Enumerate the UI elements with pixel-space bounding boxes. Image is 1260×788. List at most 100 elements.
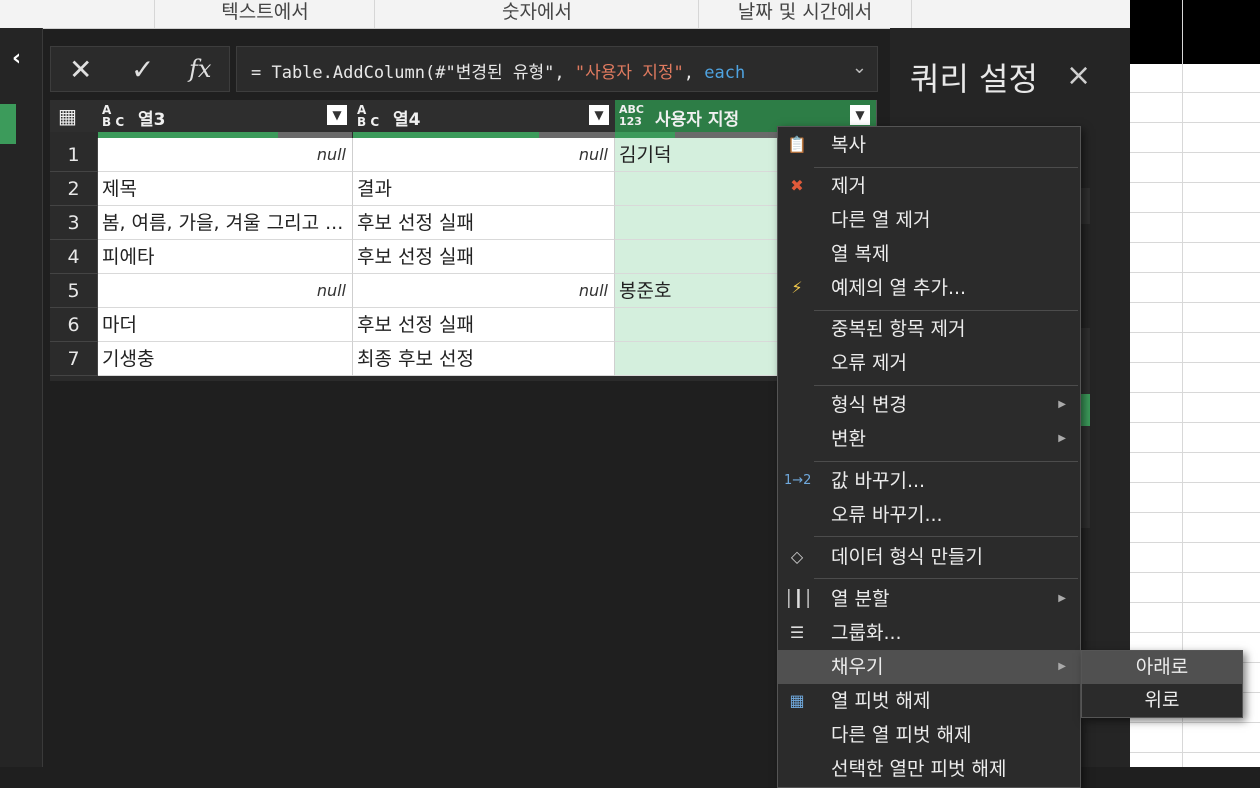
text-type-icon: AB C xyxy=(102,103,125,129)
chevron-right-icon: ▶ xyxy=(1058,433,1066,444)
row-number[interactable]: 7 xyxy=(50,342,98,376)
menu-item-remove-other-columns[interactable]: 다른 열 제거 xyxy=(778,203,1080,237)
formula-bar-buttons: ✕ ✓ fx xyxy=(50,46,230,92)
close-icon[interactable]: × xyxy=(1066,58,1091,93)
menu-item-replace-errors[interactable]: 오류 바꾸기... xyxy=(778,498,1080,532)
data-type-stack-icon: ◇ xyxy=(790,547,804,566)
excel-gridline xyxy=(1130,302,1260,303)
excel-gridline xyxy=(1130,632,1260,633)
menu-separator xyxy=(814,461,1078,462)
menu-item-unpivot-selected-columns[interactable]: 선택한 열만 피벗 해제 xyxy=(778,752,1080,786)
menu-item-remove[interactable]: ✖ 제거 xyxy=(778,169,1080,203)
copy-icon: 📋 xyxy=(787,135,807,154)
table-cell[interactable]: null xyxy=(353,274,615,308)
row-number[interactable]: 3 xyxy=(50,206,98,240)
excel-gridline xyxy=(1130,152,1260,153)
fx-icon[interactable]: fx xyxy=(189,55,211,83)
table-cell[interactable]: 제목 xyxy=(98,172,353,206)
ribbon-group-from-number[interactable]: 숫자에서 xyxy=(374,0,699,28)
excel-gridline xyxy=(1130,182,1260,183)
settings-field[interactable] xyxy=(1080,188,1090,224)
excel-gridline xyxy=(1130,122,1260,123)
row-number[interactable]: 5 xyxy=(50,274,98,308)
check-icon[interactable]: ✓ xyxy=(131,53,154,86)
row-number[interactable]: 1 xyxy=(50,138,98,172)
queries-pane-collapsed: ‹ xyxy=(0,28,43,767)
menu-separator xyxy=(814,578,1078,579)
table-cell[interactable]: 결과 xyxy=(353,172,615,206)
submenu-item-fill-up[interactable]: 위로 xyxy=(1082,684,1242,717)
table-cell[interactable]: 봄, 여름, 가을, 겨울 그리고 ... xyxy=(98,206,353,240)
excel-gridline xyxy=(1130,752,1260,753)
column-header-c3[interactable]: AB C 열3 ▼ xyxy=(98,100,354,132)
row-number[interactable]: 4 xyxy=(50,240,98,274)
table-cell[interactable]: null xyxy=(98,274,353,308)
menu-item-unpivot-other-columns[interactable]: 다른 열 피벗 해제 xyxy=(778,718,1080,752)
table-cell[interactable]: null xyxy=(353,138,615,172)
chevron-down-icon[interactable]: ⌄ xyxy=(852,57,867,78)
table-cell[interactable]: 마더 xyxy=(98,308,353,342)
excel-gridline xyxy=(1130,422,1260,423)
table-cell[interactable]: 후보 선정 실패 xyxy=(353,240,615,274)
ribbon-group-from-datetime[interactable]: 날짜 및 시간에서 xyxy=(698,0,912,28)
table-cell[interactable]: 기생충 xyxy=(98,342,353,376)
queries-pane-tab[interactable] xyxy=(0,104,16,144)
formula-input[interactable]: = Table.AddColumn(#"변경된 유형", "사용자 지정", e… xyxy=(236,46,878,92)
formula-text: = Table.AddColumn(#"변경된 유형", "사용자 지정", e… xyxy=(251,63,746,83)
row-number[interactable]: 2 xyxy=(50,172,98,206)
table-cell[interactable]: 최종 후보 선정 xyxy=(353,342,615,376)
filter-dropdown-icon[interactable]: ▼ xyxy=(327,105,347,125)
column-context-menu: 📋 복사 ✖ 제거 다른 열 제거 열 복제 ⚡ 예제의 열 추가... 중복된… xyxy=(777,126,1081,788)
menu-item-remove-duplicates[interactable]: 중복된 항목 제거 xyxy=(778,312,1080,346)
menu-item-duplicate-column[interactable]: 열 복제 xyxy=(778,237,1080,271)
menu-item-unpivot-columns[interactable]: ▦ 열 피벗 해제 xyxy=(778,684,1080,718)
table-menu-button[interactable]: ▦ xyxy=(50,100,99,132)
excel-gridline xyxy=(1130,242,1260,243)
split-column-icon: │┃│ xyxy=(784,589,813,608)
table-cell[interactable]: null xyxy=(98,138,353,172)
menu-item-fill[interactable]: 채우기 ▶ xyxy=(778,650,1080,684)
ribbon-group-from-text[interactable]: 텍스트에서 xyxy=(154,0,375,28)
excel-gridline xyxy=(1130,602,1260,603)
menu-item-copy[interactable]: 📋 복사 xyxy=(778,128,1080,162)
applied-steps-list[interactable] xyxy=(1080,328,1090,528)
submenu-item-fill-down[interactable]: 아래로 xyxy=(1082,651,1242,684)
replace-values-icon: 1→2 xyxy=(784,473,812,488)
chevron-right-icon: ▶ xyxy=(1058,399,1066,410)
menu-item-split-column[interactable]: │┃│ 열 분할 ▶ xyxy=(778,582,1080,616)
filter-dropdown-icon[interactable]: ▼ xyxy=(589,105,609,125)
excel-gridline xyxy=(1130,482,1260,483)
table-cell[interactable]: 후보 선정 실패 xyxy=(353,308,615,342)
menu-item-create-data-type[interactable]: ◇ 데이터 형식 만들기 xyxy=(778,540,1080,574)
menu-separator xyxy=(814,167,1078,168)
chevron-left-icon[interactable]: ‹ xyxy=(12,46,21,71)
filter-dropdown-icon[interactable]: ▼ xyxy=(850,105,870,125)
menu-item-replace-values[interactable]: 1→2 값 바꾸기... xyxy=(778,464,1080,498)
ribbon: 텍스트에서 숫자에서 날짜 및 시간에서 xyxy=(0,0,1130,29)
selected-step[interactable] xyxy=(1080,394,1090,426)
group-by-icon: ☰ xyxy=(789,623,805,642)
menu-item-column-from-examples[interactable]: ⚡ 예제의 열 추가... xyxy=(778,271,1080,305)
excel-gridline xyxy=(1130,572,1260,573)
table-cell[interactable]: 피에타 xyxy=(98,240,353,274)
row-number[interactable]: 6 xyxy=(50,308,98,342)
menu-item-group-by[interactable]: ☰ 그룹화... xyxy=(778,616,1080,650)
excel-gridline xyxy=(1130,722,1260,723)
menu-separator xyxy=(814,385,1078,386)
unpivot-icon: ▦ xyxy=(789,691,805,710)
menu-item-change-type[interactable]: 형식 변경 ▶ xyxy=(778,388,1080,422)
menu-separator xyxy=(814,310,1078,311)
menu-item-remove-errors[interactable]: 오류 제거 xyxy=(778,346,1080,380)
excel-gridline xyxy=(1130,272,1260,273)
close-icon[interactable]: ✕ xyxy=(69,53,92,86)
column-header-c4[interactable]: AB C 열4 ▼ xyxy=(353,100,616,132)
excel-title-bar xyxy=(1130,0,1260,64)
menu-separator xyxy=(814,536,1078,537)
excel-gridline xyxy=(1130,92,1260,93)
chevron-right-icon: ▶ xyxy=(1058,593,1066,604)
menu-item-transform[interactable]: 변환 ▶ xyxy=(778,422,1080,456)
text-type-icon: AB C xyxy=(357,103,380,129)
excel-gridline xyxy=(1130,512,1260,513)
table-cell[interactable]: 후보 선정 실패 xyxy=(353,206,615,240)
excel-gridline xyxy=(1130,332,1260,333)
